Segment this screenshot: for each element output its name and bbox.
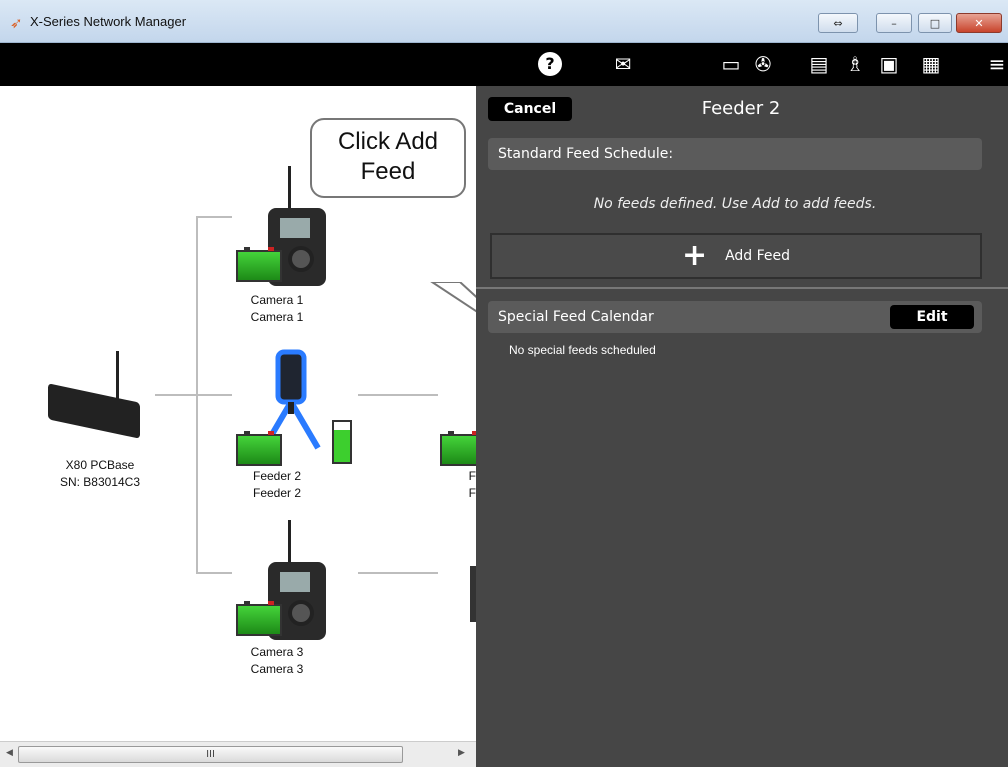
pcbase-label: X80 PCBase SN: B83014C3 (40, 457, 160, 491)
camera-3-label: Camera 3 Camera 3 (222, 644, 332, 678)
camera-1-label: Camera 1 Camera 1 (222, 292, 332, 326)
monitor-icon[interactable]: ▭ (718, 52, 744, 76)
horizontal-scrollbar[interactable]: ◀ III ▶ (0, 741, 476, 767)
chart-icon[interactable]: ▤ (806, 52, 832, 76)
cancel-button[interactable]: Cancel (488, 97, 572, 121)
pcbase-serial: SN: B83014C3 (59, 475, 141, 489)
device-name: Camera 1 (250, 293, 304, 307)
menu-icon[interactable]: ≡ (984, 52, 1008, 76)
partial-device-label: F F (448, 468, 476, 502)
connector-line (358, 572, 438, 574)
swap-button[interactable]: ⇔ (818, 13, 858, 33)
feeder-2-device[interactable] (234, 348, 360, 466)
layout-icon[interactable]: ▣ (876, 52, 902, 76)
app-logo-icon: ➶ (10, 14, 23, 32)
device-desc: Camera 1 (250, 310, 304, 324)
antenna-icon (288, 520, 291, 568)
standard-schedule-title: Standard Feed Schedule: (498, 146, 674, 162)
battery-icon (236, 601, 282, 636)
empty-feeds-message: No feeds defined. Use Add to add feeds. (593, 196, 877, 212)
network-diagram: X80 PCBase SN: B83014C3 Camera 1 Camera … (0, 86, 476, 741)
pcbase-device[interactable] (48, 351, 140, 441)
device-desc: Camera 3 (250, 662, 304, 676)
connector-line (196, 572, 232, 574)
scroll-thumb[interactable]: III (18, 746, 403, 763)
help-icon[interactable]: ? (538, 52, 564, 76)
mail-icon[interactable]: ✉ (610, 52, 636, 76)
battery-icon (236, 247, 282, 282)
battery-icon (236, 431, 282, 466)
grid-icon[interactable]: ▦ (918, 52, 944, 76)
close-button[interactable]: ✕ (956, 13, 1002, 33)
connector-line (155, 394, 197, 396)
special-calendar-title: Special Feed Calendar (498, 309, 654, 325)
main-toolbar: ? ✉ ▭ ✇ ▤ ♗ ▣ ▦ ≡ (0, 43, 1008, 86)
antenna-icon (116, 351, 119, 399)
minimize-button[interactable]: – (876, 13, 912, 33)
special-calendar-header: Special Feed Calendar Edit (488, 301, 982, 333)
connector-line (196, 394, 232, 396)
panel-title: Feeder 2 (701, 98, 781, 119)
connector-line (196, 216, 232, 218)
film-icon[interactable]: ✇ (750, 52, 776, 76)
add-feed-button[interactable]: + Add Feed (490, 233, 982, 279)
battery-level-icon (332, 420, 352, 464)
add-feed-label: Add Feed (725, 248, 791, 264)
window-titlebar: ➶ X-Series Network Manager ⇔ – □ ✕ (0, 0, 1008, 43)
maximize-button[interactable]: □ (918, 13, 952, 33)
device-desc: F (468, 486, 476, 500)
camera-3-device[interactable] (234, 520, 330, 640)
edit-button[interactable]: Edit (890, 305, 974, 329)
network-icon[interactable]: ♗ (842, 52, 868, 76)
battery-icon (440, 431, 476, 466)
scroll-right-icon[interactable]: ▶ (458, 748, 465, 758)
antenna-icon (288, 166, 291, 214)
plus-icon: + (681, 238, 708, 273)
feeder-2-label: Feeder 2 Feeder 2 (222, 468, 332, 502)
no-special-feeds-text: No special feeds scheduled (509, 343, 656, 357)
window-title: X-Series Network Manager (30, 14, 187, 29)
instruction-callout: Click Add Feed (310, 118, 466, 198)
help-glyph: ? (538, 52, 562, 76)
section-divider (476, 287, 1008, 289)
callout-pointer (430, 282, 476, 313)
device-desc: Feeder 2 (252, 486, 302, 500)
device-name: F (468, 469, 476, 483)
router-box-icon (48, 383, 140, 439)
scroll-left-icon[interactable]: ◀ (6, 748, 13, 758)
device-name: Camera 3 (250, 645, 304, 659)
device-name: Feeder 2 (252, 469, 302, 483)
feeder-detail-panel: Cancel Feeder 2 Standard Feed Schedule: … (476, 86, 1008, 767)
pcbase-name: X80 PCBase (65, 458, 135, 472)
connector-line (358, 394, 438, 396)
standard-schedule-header: Standard Feed Schedule: (488, 138, 982, 170)
